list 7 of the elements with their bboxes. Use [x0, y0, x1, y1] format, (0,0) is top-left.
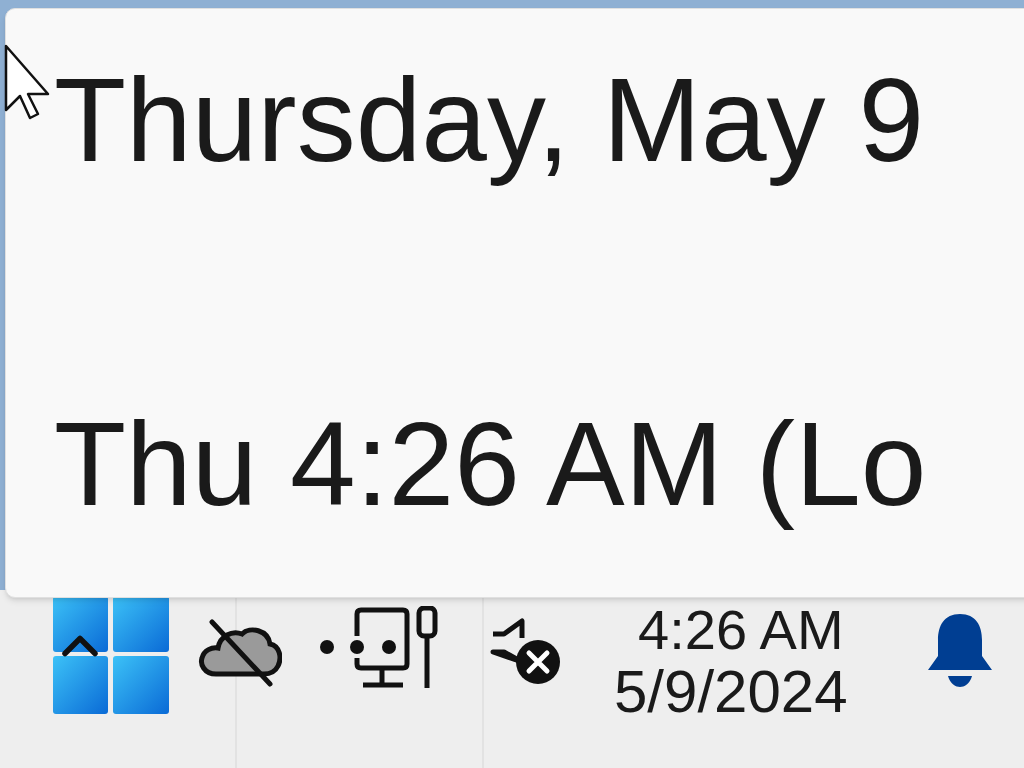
- clock-time: 4:26 AM: [638, 602, 845, 658]
- windows-logo-icon[interactable]: [53, 596, 169, 714]
- clock-date: 5/9/2024: [614, 662, 848, 722]
- bell-icon[interactable]: [926, 612, 994, 688]
- tooltip-date: Thursday, May 9: [54, 53, 925, 188]
- cloud-off-icon[interactable]: [198, 616, 282, 688]
- tooltip-time: Thu 4:26 AM (Lo: [54, 396, 927, 532]
